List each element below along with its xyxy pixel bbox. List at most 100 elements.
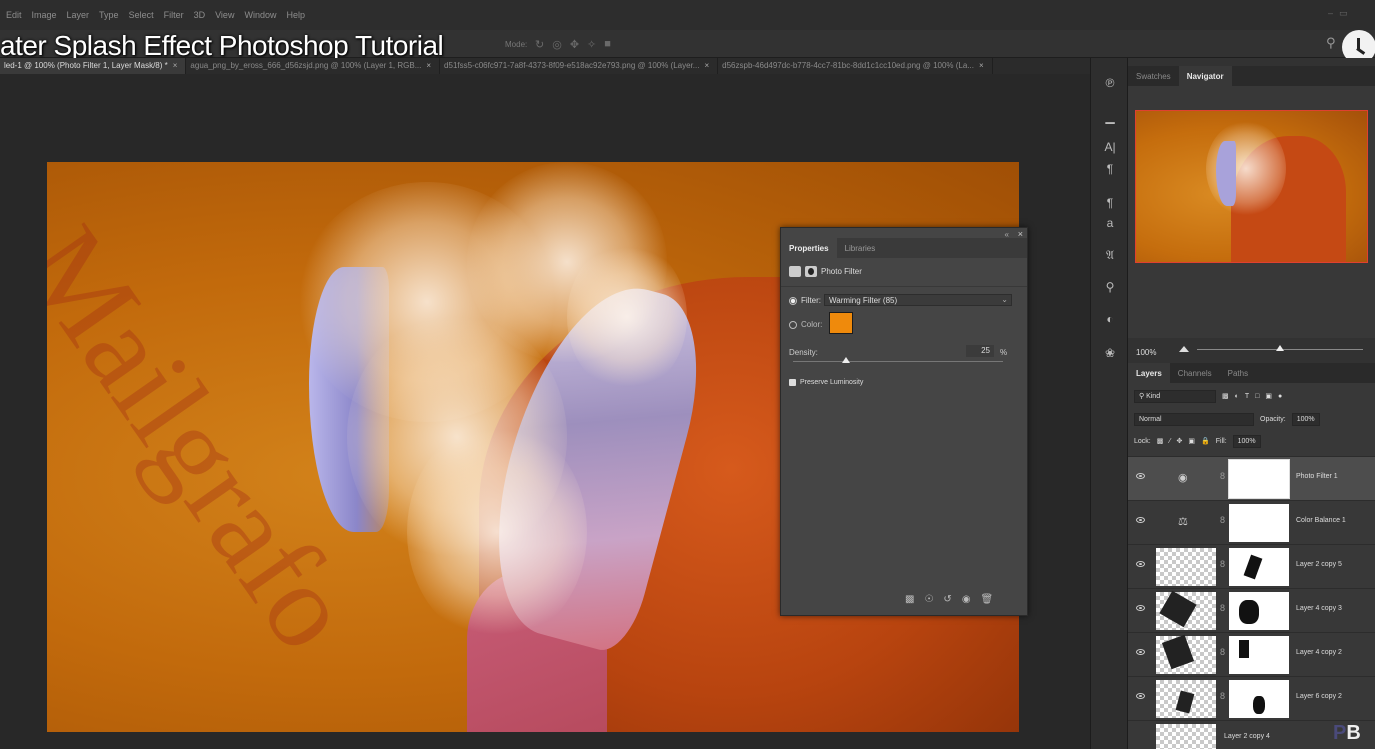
zoom-out-icon[interactable]: [1179, 346, 1189, 352]
smart-object-filter-icon[interactable]: ▣: [1265, 392, 1272, 400]
slide-3d-icon[interactable]: ✧: [587, 38, 596, 51]
layer-name[interactable]: Layer 4 copy 2: [1296, 649, 1342, 656]
menu-select[interactable]: Select: [129, 10, 154, 20]
layer-thumbnail[interactable]: [1156, 680, 1216, 718]
histogram-icon[interactable]: ▁: [1091, 110, 1129, 124]
tab-properties[interactable]: Properties: [781, 238, 837, 258]
layer-name[interactable]: Layer 6 copy 2: [1296, 693, 1342, 700]
adjustments-icon[interactable]: ◐: [1091, 312, 1129, 326]
close-icon[interactable]: ×: [979, 61, 984, 70]
layer-mask-thumbnail[interactable]: [1229, 504, 1289, 542]
menu-help[interactable]: Help: [286, 10, 305, 20]
layer-name[interactable]: Color Balance 1: [1296, 517, 1346, 524]
preserve-luminosity-checkbox[interactable]: [789, 379, 796, 386]
layer-row[interactable]: 8 Layer 4 copy 2: [1128, 632, 1375, 676]
menu-layer[interactable]: Layer: [67, 10, 90, 20]
reset-icon[interactable]: ↺: [943, 594, 951, 605]
paragraph-styles-icon[interactable]: a: [1091, 216, 1129, 230]
navigator-zoom-thumb[interactable]: [1276, 345, 1284, 351]
tab-navigator[interactable]: Navigator: [1178, 66, 1232, 86]
character-icon[interactable]: A|: [1091, 140, 1129, 154]
tab-layers[interactable]: Layers: [1128, 363, 1170, 383]
link-icon[interactable]: 8: [1220, 515, 1225, 525]
layer-thumbnail[interactable]: [1156, 724, 1216, 749]
photo-filter-icon[interactable]: [789, 266, 801, 277]
layer-mask-icon[interactable]: [805, 266, 817, 277]
tab-channels[interactable]: Channels: [1170, 363, 1220, 383]
visibility-eye-icon[interactable]: [1136, 561, 1145, 567]
3d-icon[interactable]: ❀: [1091, 346, 1129, 360]
filter-toggle-icon[interactable]: ●: [1278, 393, 1282, 400]
menu-type[interactable]: Type: [99, 10, 119, 20]
visibility-eye-icon[interactable]: [1136, 605, 1145, 611]
visibility-eye-icon[interactable]: [1136, 517, 1145, 523]
layer-mask-thumbnail[interactable]: [1229, 636, 1289, 674]
doc-tab[interactable]: d51fss5-c06fc971-7a8f-4373-8f09-e518ac92…: [440, 58, 719, 74]
orbit-3d-icon[interactable]: ↻: [535, 38, 544, 51]
shape-filter-icon[interactable]: □: [1255, 393, 1259, 400]
opacity-input[interactable]: 100%: [1291, 412, 1320, 426]
visibility-eye-icon[interactable]: [1136, 473, 1145, 479]
close-icon[interactable]: ×: [426, 61, 431, 70]
fill-input[interactable]: 100%: [1232, 434, 1261, 448]
layer-name[interactable]: Layer 2 copy 5: [1296, 561, 1342, 568]
layer-mask-thumbnail[interactable]: [1229, 680, 1289, 718]
lock-image-icon[interactable]: ⁄: [1169, 438, 1170, 445]
close-icon[interactable]: ×: [173, 61, 178, 70]
menu-image[interactable]: Image: [32, 10, 57, 20]
density-slider-track[interactable]: [793, 361, 1003, 362]
lock-transparent-icon[interactable]: ▩: [1157, 437, 1164, 445]
tab-libraries[interactable]: Libraries: [837, 238, 884, 258]
filter-radio[interactable]: [789, 296, 797, 305]
learn-icon[interactable]: ⚲: [1091, 280, 1129, 294]
tab-paths[interactable]: Paths: [1220, 363, 1256, 383]
character-styles-icon[interactable]: ¶: [1091, 196, 1129, 210]
lock-artboard-icon[interactable]: ▣: [1188, 437, 1195, 445]
layer-thumbnail[interactable]: [1156, 548, 1216, 586]
link-icon[interactable]: 8: [1220, 471, 1225, 481]
density-slider-thumb[interactable]: [841, 357, 850, 363]
menu-3d[interactable]: 3D: [194, 10, 206, 20]
lock-position-icon[interactable]: ✥: [1177, 437, 1183, 445]
visibility-eye-icon[interactable]: [1136, 649, 1145, 655]
layer-thumbnail[interactable]: [1156, 634, 1216, 674]
menu-filter[interactable]: Filter: [164, 10, 184, 20]
clip-to-layer-icon[interactable]: ▩: [905, 594, 914, 605]
roll-3d-icon[interactable]: ◎: [552, 38, 562, 51]
link-icon[interactable]: 8: [1220, 559, 1225, 569]
navigator-zoom-value[interactable]: 100%: [1136, 348, 1156, 357]
layer-row[interactable]: 8 Layer 4 copy 3: [1128, 588, 1375, 632]
lock-all-icon[interactable]: 🔒: [1201, 437, 1210, 445]
blend-mode-dropdown[interactable]: Normal: [1134, 412, 1254, 426]
kind-dropdown[interactable]: ⚲ Kind: [1134, 389, 1216, 403]
layer-mask-thumbnail[interactable]: [1229, 592, 1289, 630]
tab-swatches[interactable]: Swatches: [1128, 66, 1179, 86]
doc-tab[interactable]: d56zspb-46d497dc-b778-4cc7-81bc-8dd1c1cc…: [718, 58, 993, 74]
layer-mask-thumbnail[interactable]: [1229, 548, 1289, 586]
density-input[interactable]: 25: [966, 345, 994, 357]
pixel-filter-icon[interactable]: ▩: [1222, 392, 1229, 400]
history-icon[interactable]: ℗: [1091, 76, 1129, 90]
link-icon[interactable]: 8: [1220, 603, 1225, 613]
layer-name[interactable]: Layer 2 copy 4: [1224, 733, 1270, 740]
visibility-eye-icon[interactable]: [1136, 693, 1145, 699]
close-icon[interactable]: ×: [704, 61, 709, 70]
link-icon[interactable]: 8: [1220, 691, 1225, 701]
menu-view[interactable]: View: [215, 10, 234, 20]
color-radio[interactable]: [789, 320, 797, 329]
filter-dropdown[interactable]: Warming Filter (85) ⌄: [824, 294, 1012, 306]
layer-row[interactable]: ⚖ 8 Color Balance 1: [1128, 500, 1375, 544]
adjustment-filter-icon[interactable]: ◐: [1235, 393, 1239, 400]
link-icon[interactable]: 8: [1220, 647, 1225, 657]
layer-mask-thumbnail[interactable]: [1228, 459, 1290, 499]
view-previous-icon[interactable]: ☉: [924, 594, 933, 605]
color-swatch[interactable]: [829, 312, 853, 334]
doc-tab[interactable]: agua_png_by_eross_666_d56zsjd.png @ 100%…: [186, 58, 441, 74]
window-controls[interactable]: –▭: [1328, 8, 1354, 19]
menu-window[interactable]: Window: [244, 10, 276, 20]
search-icon[interactable]: ⚲: [1326, 35, 1336, 51]
menu-edit[interactable]: Edit: [6, 10, 22, 20]
layer-name[interactable]: Layer 4 copy 3: [1296, 605, 1342, 612]
navigator-preview[interactable]: [1135, 110, 1368, 263]
drag-3d-icon[interactable]: ✥: [570, 38, 579, 51]
